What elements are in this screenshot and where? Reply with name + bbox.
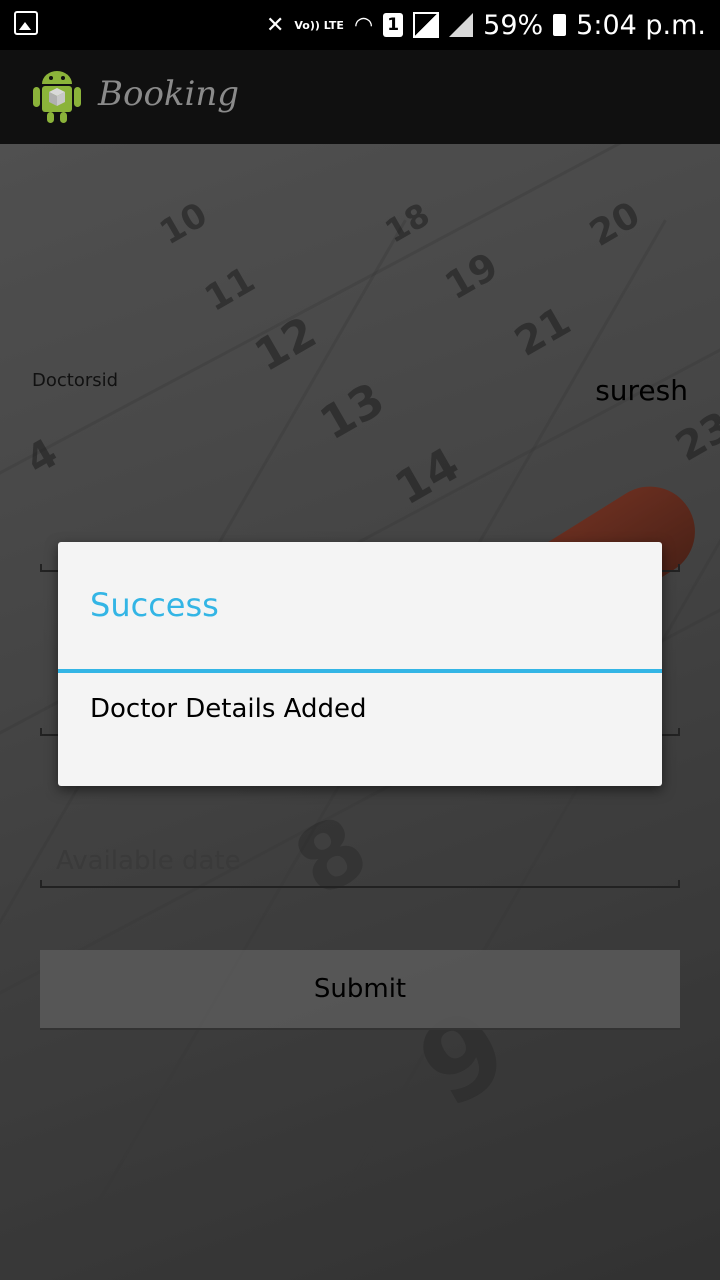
gallery-notification-icon [14,11,38,35]
status-icons: ✕ Vo)) LTE ◠ 1 59% 5:04 p.m. [266,0,706,50]
dialog-divider [58,669,662,673]
mute-icon: ✕ [265,12,285,38]
app-title: Booking [98,74,240,114]
dialog-message: Doctor Details Added [90,694,367,724]
dialog-title: Success [90,586,219,624]
volte-label: Vo)) LTE [294,18,344,32]
battery-percent: 59% [483,9,544,41]
clock: 5:04 p.m. [576,9,706,41]
wifi-icon: ◠ [353,12,374,38]
sim-slot-icon: 1 [383,13,404,37]
success-dialog: Success Doctor Details Added [58,542,662,786]
doctor-id-label: Doctorsid [32,370,119,391]
available-date-underline [40,880,680,888]
status-bar: ✕ Vo)) LTE ◠ 1 59% 5:04 p.m. [0,0,720,50]
signal-sim1-icon [413,12,440,38]
action-bar: Booking [0,50,720,144]
signal-sim2-icon [449,13,474,37]
available-date-input[interactable]: Available date [56,846,241,876]
doctor-id-value: suresh [595,374,688,407]
android-icon [33,71,81,123]
submit-button[interactable]: Submit [40,950,680,1030]
battery-icon [553,14,567,36]
